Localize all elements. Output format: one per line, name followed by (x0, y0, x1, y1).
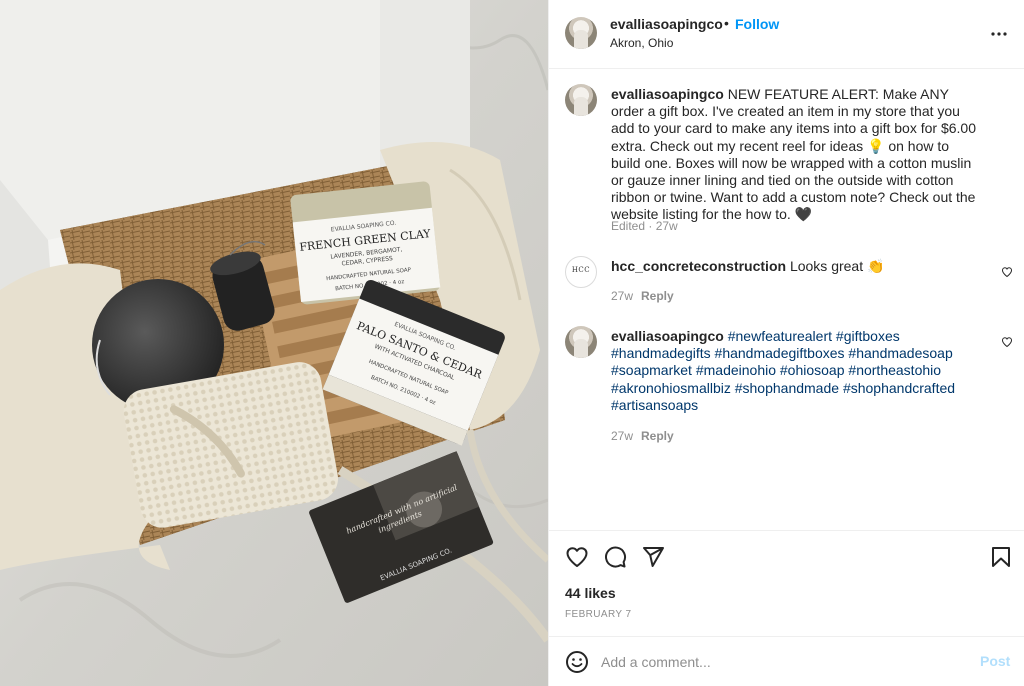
bookmark-icon[interactable] (989, 545, 1013, 569)
post-details-panel: evalliasoapingco • Follow Akron, Ohio ev… (548, 0, 1024, 686)
post-location[interactable]: Akron, Ohio (610, 36, 673, 50)
post-username[interactable]: evalliasoapingco (610, 16, 723, 32)
hashtag-link[interactable]: #northeastohio (848, 362, 941, 378)
comment-icon[interactable] (603, 545, 627, 569)
separator-dot: • (724, 15, 729, 31)
follow-button[interactable]: Follow (735, 16, 779, 32)
avatar[interactable] (565, 84, 597, 116)
caption-body: NEW FEATURE ALERT: Make ANY order a gift… (611, 86, 976, 223)
comment-body: Looks great 👏 (786, 258, 885, 274)
comment-username[interactable]: hcc_concreteconstruction (611, 258, 786, 274)
hashtag-link[interactable]: #newfeaturealert (728, 328, 832, 344)
post-photo[interactable]: EVALLIA SOAPING CO. FRENCH GREEN CLAY LA… (0, 0, 548, 686)
more-options-icon[interactable] (987, 22, 1011, 46)
avatar[interactable]: HCC (565, 256, 597, 288)
comment-username[interactable]: evalliasoapingco (611, 328, 724, 344)
post-actions: 44 likes FEBRUARY 7 (549, 530, 1024, 636)
comment-text: evalliasoapingco #newfeaturealert #giftb… (611, 328, 981, 414)
avatar[interactable] (565, 17, 597, 49)
caption-text: evalliasoapingco NEW FEATURE ALERT: Make… (611, 86, 981, 224)
hashtag-link[interactable]: #soapmarket (611, 362, 692, 378)
likes-count[interactable]: 44 likes (565, 585, 616, 601)
hashtag-link[interactable]: #handmadegifts (611, 345, 711, 361)
caption-username[interactable]: evalliasoapingco (611, 86, 724, 102)
hashtag-link[interactable]: #giftboxes (836, 328, 900, 344)
comment-meta: 27w Reply (611, 429, 674, 443)
hashtag-link[interactable]: #ohiosoap (780, 362, 845, 378)
hashtag-link[interactable]: #handmadesoap (848, 345, 952, 361)
reply-button[interactable]: Reply (641, 289, 674, 303)
heart-icon[interactable] (565, 545, 589, 569)
avatar-text: HCC (571, 266, 591, 274)
post-comment-button[interactable]: Post (980, 653, 1010, 669)
hashtag-link[interactable]: #handmadegiftboxes (715, 345, 845, 361)
comment-time: 27w (611, 429, 634, 443)
reply-button[interactable]: Reply (641, 429, 674, 443)
hashtag-link[interactable]: #shophandcrafted (843, 380, 955, 396)
emoji-icon[interactable] (565, 650, 589, 674)
post-date[interactable]: FEBRUARY 7 (565, 609, 631, 620)
hashtag-link[interactable]: #akronohiosmallbiz (611, 380, 731, 396)
comment-meta: 27w Reply (611, 289, 674, 303)
hashtag-link[interactable]: #shophandmade (735, 380, 839, 396)
gift-box-image: EVALLIA SOAPING CO. FRENCH GREEN CLAY LA… (0, 0, 548, 686)
comment-text: hcc_concreteconstruction Looks great 👏 (611, 258, 981, 275)
comment-time: 27w (611, 289, 634, 303)
add-comment-bar: Post (549, 636, 1024, 686)
like-comment-icon[interactable] (1001, 266, 1013, 278)
post-header: evalliasoapingco • Follow Akron, Ohio (549, 0, 1024, 69)
hashtag-link[interactable]: #madeinohio (696, 362, 776, 378)
share-icon[interactable] (641, 545, 665, 569)
comment-input[interactable] (601, 652, 961, 672)
caption-meta: Edited · 27w (611, 219, 678, 233)
avatar[interactable] (565, 326, 597, 358)
comments-list[interactable]: evalliasoapingco NEW FEATURE ALERT: Make… (549, 70, 1024, 530)
hashtag-link[interactable]: #artisansoaps (611, 397, 698, 413)
like-comment-icon[interactable] (1001, 336, 1013, 348)
